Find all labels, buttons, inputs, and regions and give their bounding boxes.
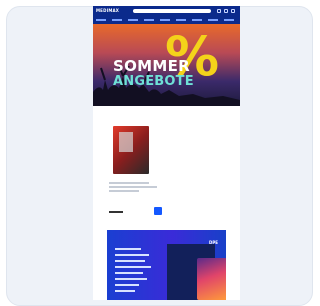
add-to-cart-button[interactable] [154, 207, 162, 215]
nav-item[interactable] [96, 19, 106, 21]
nav-item[interactable] [224, 19, 234, 21]
tv-screen-image [197, 258, 226, 300]
promo-text-line [115, 254, 149, 256]
cart-icon[interactable] [231, 9, 235, 13]
nav-item[interactable] [144, 19, 154, 21]
promo-text-line [115, 290, 135, 292]
product-title-line [109, 186, 157, 188]
product-title-line [109, 190, 139, 192]
product-title-line [109, 182, 149, 184]
nav-item[interactable] [112, 19, 122, 21]
site-logo[interactable]: MEDIMAX [96, 8, 119, 14]
user-icon[interactable] [217, 9, 221, 13]
nav-item[interactable] [160, 19, 170, 21]
hero-title-line2: ANGEBOTE [113, 74, 194, 89]
main-nav [93, 17, 240, 23]
hero-banner[interactable]: % SOMMER ANGEBOTE [93, 24, 240, 106]
wishlist-icon[interactable] [224, 9, 228, 13]
nav-item[interactable] [192, 19, 202, 21]
promo-tag: DPE [209, 240, 218, 245]
product-card[interactable] [107, 118, 163, 222]
search-input[interactable] [133, 9, 211, 13]
nav-item[interactable] [128, 19, 138, 21]
product-price-bar [109, 211, 123, 213]
promo-text-line [115, 266, 151, 268]
site-header: MEDIMAX [93, 6, 240, 24]
product-image[interactable] [113, 126, 149, 174]
hero-title-line1: SOMMER [113, 57, 191, 75]
promo-banner[interactable]: DPE [107, 230, 226, 300]
nav-item[interactable] [176, 19, 186, 21]
promo-text-line [115, 248, 141, 250]
promo-text-line [115, 278, 147, 280]
webpage-preview: MEDIMAX % SOMMER ANGEBOTE DPE [93, 6, 240, 300]
promo-text-line [115, 260, 145, 262]
nav-item[interactable] [208, 19, 218, 21]
promo-text-line [115, 272, 143, 274]
promo-text-line [115, 284, 139, 286]
